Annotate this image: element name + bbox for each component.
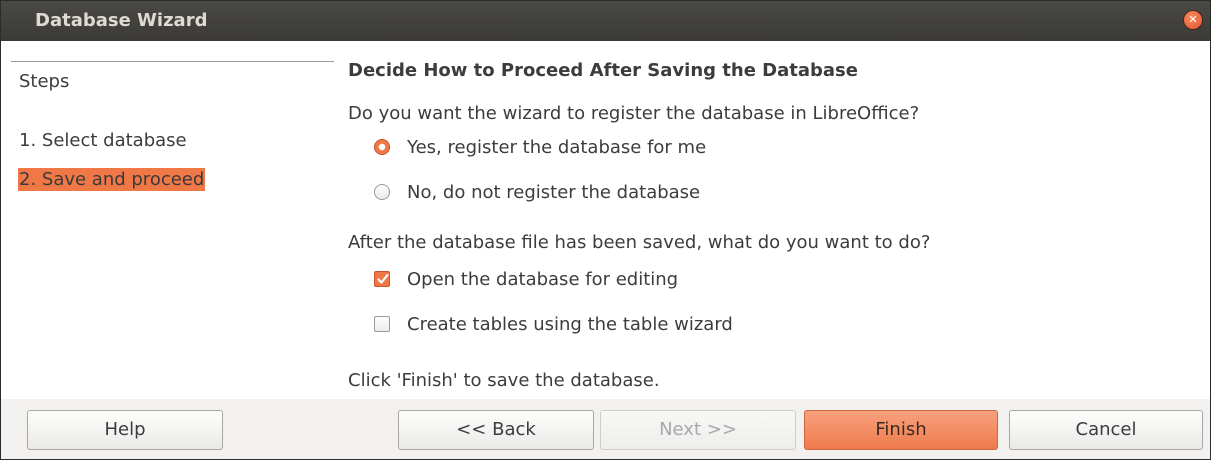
step-select-database[interactable]: 1. Select database — [18, 129, 188, 152]
finish-hint: Click 'Finish' to save the database. — [348, 370, 660, 391]
cancel-button[interactable]: Cancel — [1009, 410, 1203, 450]
page-heading: Decide How to Proceed After Saving the D… — [348, 60, 858, 81]
button-bar: Help << Back Next >> Finish Cancel — [1, 399, 1210, 459]
radio-yes[interactable] — [374, 139, 390, 155]
main-pane: Decide How to Proceed After Saving the D… — [348, 41, 1208, 399]
window-title: Database Wizard — [35, 10, 208, 31]
database-wizard-window: Database Wizard ✕ Steps 1. Select databa… — [0, 0, 1211, 460]
create-tables-label[interactable]: Create tables using the table wizard — [407, 314, 733, 335]
title-bar[interactable]: Database Wizard ✕ — [1, 1, 1210, 41]
register-yes-label[interactable]: Yes, register the database for me — [407, 137, 706, 158]
steps-title: Steps — [19, 71, 70, 92]
wizard-content: Steps 1. Select database 2. Save and pro… — [1, 41, 1210, 399]
close-icon[interactable]: ✕ — [1184, 11, 1202, 29]
after-save-question: After the database file has been saved, … — [348, 232, 931, 253]
steps-pane: Steps 1. Select database 2. Save and pro… — [11, 61, 334, 400]
register-question: Do you want the wizard to register the d… — [348, 103, 920, 124]
finish-button[interactable]: Finish — [804, 410, 998, 450]
help-button[interactable]: Help — [27, 410, 223, 450]
back-button[interactable]: << Back — [398, 410, 594, 450]
next-button[interactable]: Next >> — [600, 410, 796, 450]
open-for-editing-checkbox[interactable] — [374, 271, 390, 287]
radio-no[interactable] — [374, 184, 390, 200]
step-save-and-proceed[interactable]: 2. Save and proceed — [18, 168, 206, 191]
open-for-editing-label[interactable]: Open the database for editing — [407, 269, 678, 290]
checkmark-icon — [377, 273, 389, 284]
register-no-label[interactable]: No, do not register the database — [407, 182, 700, 203]
create-tables-checkbox[interactable] — [374, 316, 390, 332]
